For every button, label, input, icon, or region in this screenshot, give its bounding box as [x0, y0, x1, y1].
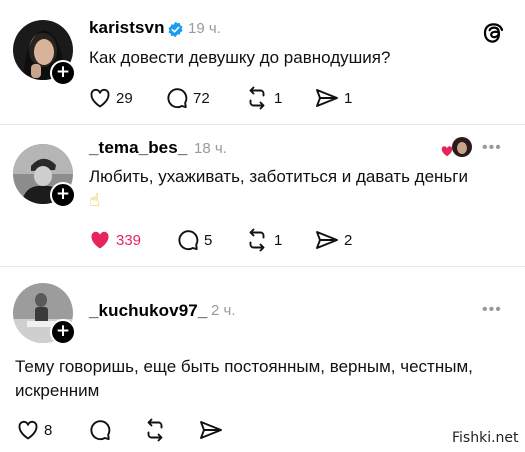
share-button[interactable]: 2: [314, 228, 352, 252]
send-icon: [316, 231, 338, 249]
repost-button[interactable]: 1: [244, 86, 282, 110]
watermark: Fishki.net: [452, 430, 519, 446]
follow-plus-button[interactable]: +: [50, 60, 76, 86]
repost-icon: [249, 86, 265, 110]
heart-filled-icon: [91, 231, 109, 249]
post-text: Любить, ухаживать, заботиться и давать д…: [89, 165, 509, 213]
follow-plus-button[interactable]: +: [50, 182, 76, 208]
repost-icon: [249, 228, 265, 252]
like-button[interactable]: 339: [88, 228, 141, 252]
verified-badge-icon: [168, 21, 183, 38]
author-avatar-small: [452, 137, 472, 157]
post-text-content: Любить, ухаживать, заботиться и давать д…: [89, 167, 468, 186]
like-button[interactable]: 8: [16, 418, 52, 442]
comment-icon: [167, 88, 188, 109]
comment-icon: [90, 420, 111, 441]
username[interactable]: _tema_bes_: [89, 138, 187, 158]
like-count: 29: [116, 89, 133, 107]
threads-logo-icon[interactable]: [482, 21, 506, 45]
post-time: 19 ч.: [188, 20, 221, 37]
post-text: Как довести девушку до равнодушия?: [89, 48, 391, 67]
more-options-icon[interactable]: •••: [482, 140, 502, 156]
comment-count: 5: [204, 231, 213, 249]
repost-count: 1: [274, 89, 283, 107]
post-text: Тему говоришь, еще быть постоянным, верн…: [15, 357, 473, 400]
share-count: 1: [344, 89, 353, 107]
username[interactable]: karistsvn: [89, 18, 165, 38]
post-time: 2 ч.: [211, 302, 236, 319]
username[interactable]: _kuchukov97_: [89, 301, 207, 321]
repost-button[interactable]: [142, 418, 168, 442]
heart-icon: [18, 420, 38, 440]
repost-icon: [147, 418, 163, 442]
repost-count: 1: [274, 231, 283, 249]
comment-button[interactable]: [88, 418, 112, 442]
follow-plus-button[interactable]: +: [50, 319, 76, 345]
like-count: 8: [44, 421, 53, 439]
repost-button[interactable]: 1: [244, 228, 282, 252]
divider: [0, 266, 525, 267]
comment-button[interactable]: 5: [176, 228, 212, 252]
send-icon: [200, 421, 222, 439]
pointing-up-emoji: ☝: [89, 190, 100, 211]
comment-count: 72: [193, 89, 210, 107]
comment-button[interactable]: 72: [165, 86, 210, 110]
more-options-icon[interactable]: •••: [482, 302, 502, 318]
post-time: 18 ч.: [194, 140, 227, 157]
comment-icon: [178, 230, 199, 251]
send-icon: [316, 89, 338, 107]
heart-icon: [90, 88, 110, 108]
share-button[interactable]: [198, 418, 224, 442]
share-count: 2: [344, 231, 353, 249]
like-count: 339: [116, 231, 142, 249]
divider: [0, 124, 525, 125]
like-button[interactable]: 29: [88, 86, 133, 110]
share-button[interactable]: 1: [314, 86, 352, 110]
